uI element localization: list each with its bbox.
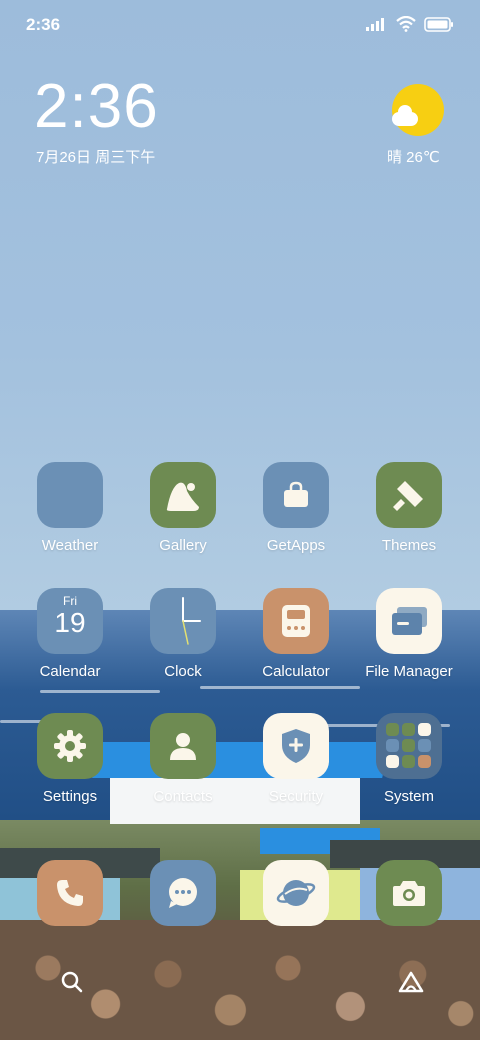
calendar-date: 19 — [54, 607, 86, 638]
app-label: Themes — [381, 537, 437, 554]
camera-icon[interactable] — [376, 860, 442, 926]
app-label: File Manager — [365, 663, 453, 680]
clock-widget-time[interactable]: 2:36 — [34, 76, 159, 138]
app-clock[interactable]: Clock — [127, 588, 239, 680]
status-time: 2:36 — [26, 15, 61, 34]
app-label: Settings — [42, 788, 98, 805]
clock-hands-icon — [182, 597, 201, 645]
dock-browser[interactable] — [240, 860, 352, 926]
app-file-manager[interactable]: File Manager — [353, 588, 465, 680]
message-icon[interactable] — [150, 860, 216, 926]
app-gallery[interactable]: Gallery — [127, 462, 239, 554]
app-weather[interactable]: Weather — [14, 462, 126, 554]
triangle-logo-icon — [398, 971, 424, 993]
app-label: Gallery — [159, 537, 207, 554]
app-contacts[interactable]: Contacts — [127, 713, 239, 805]
calculator-icon[interactable] — [263, 588, 329, 654]
planet-icon[interactable] — [263, 860, 329, 926]
gear-icon[interactable] — [37, 713, 103, 779]
folder-grid-icon[interactable] — [376, 713, 442, 779]
mini-apps-icon — [386, 723, 431, 768]
calc-icon — [282, 605, 310, 637]
browser-planet-icon — [276, 880, 316, 906]
weather-widget-text: 晴 26℃ — [387, 149, 440, 166]
clock-icon[interactable] — [150, 588, 216, 654]
dock-phone[interactable] — [14, 860, 126, 926]
app-vault-button[interactable] — [398, 970, 424, 999]
signal-icon — [366, 18, 384, 31]
weather-app-icon[interactable] — [37, 462, 103, 528]
dock-camera[interactable] — [353, 860, 465, 926]
app-label: Security — [268, 788, 324, 805]
app-settings[interactable]: Settings — [14, 713, 126, 805]
mountain-icon — [166, 482, 199, 511]
security-shield-icon — [282, 729, 310, 763]
status-icons — [366, 16, 454, 32]
app-calendar[interactable]: Fri 19 Calendar — [14, 588, 126, 680]
wallpaper-wave — [200, 686, 360, 689]
brush-icon[interactable] — [376, 462, 442, 528]
handset-icon — [57, 880, 83, 906]
settings-gear-icon — [54, 730, 86, 762]
app-label: Weather — [41, 537, 99, 554]
app-label: Contacts — [153, 788, 213, 805]
files-icon — [392, 607, 427, 635]
app-security[interactable]: Security — [240, 713, 352, 805]
battery-icon — [424, 16, 453, 32]
app-calculator[interactable]: Calculator — [240, 588, 352, 680]
calendar-icon[interactable]: Fri 19 — [37, 588, 103, 654]
app-label: Clock — [164, 663, 202, 680]
paintbrush-icon — [393, 481, 423, 511]
clock-widget-date: 7月26日 周三下午 — [36, 149, 156, 166]
contact-person-icon — [170, 733, 196, 760]
wifi-icon — [396, 16, 416, 32]
app-label: Calendar — [39, 663, 101, 680]
folder-system[interactable]: System — [353, 713, 465, 805]
app-label: System — [383, 788, 434, 805]
person-icon[interactable] — [150, 713, 216, 779]
folder-icon[interactable] — [376, 588, 442, 654]
wallpaper-wave — [40, 690, 160, 693]
gallery-icon[interactable] — [150, 462, 216, 528]
search-button[interactable] — [60, 970, 84, 999]
dock-messages[interactable] — [127, 860, 239, 926]
phone-icon[interactable] — [37, 860, 103, 926]
app-label: GetApps — [266, 537, 326, 554]
app-getapps[interactable]: GetApps — [240, 462, 352, 554]
chat-bubble-icon — [169, 878, 197, 908]
calendar-day: Fri — [63, 594, 77, 608]
status-bar: 2:36 — [0, 0, 480, 52]
bag-icon — [284, 481, 308, 507]
shield-icon[interactable] — [263, 713, 329, 779]
shopping-bag-icon[interactable] — [263, 462, 329, 528]
search-icon — [61, 971, 83, 993]
cloud-icon — [392, 105, 418, 126]
app-themes[interactable]: Themes — [353, 462, 465, 554]
camera-body-icon — [393, 881, 425, 906]
app-label: Calculator — [262, 663, 330, 680]
